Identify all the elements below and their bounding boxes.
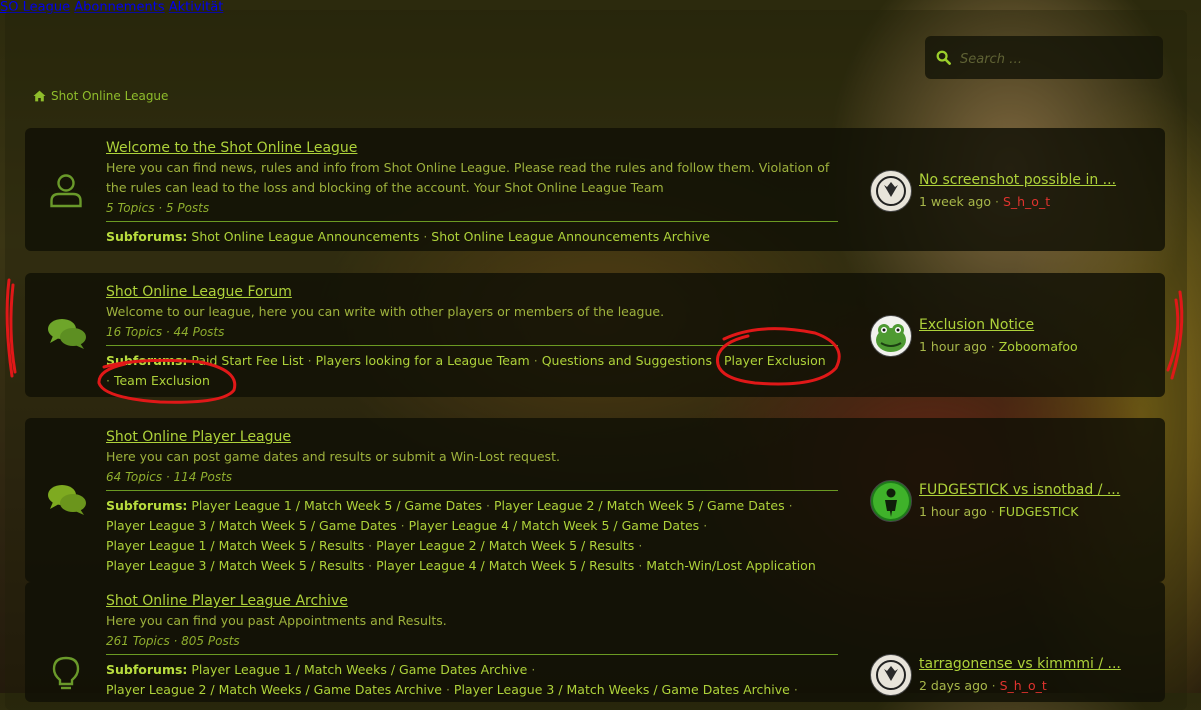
avatar[interactable] [870,654,912,696]
last-post-author[interactable]: S_h_o_t [1003,194,1050,209]
last-post-title[interactable]: No screenshot possible in ... [919,172,1116,188]
subforum-list: Subforums: Player League 1 / Match Weeks… [106,662,798,697]
subforum-link[interactable]: Player League 3 / Match Week 5 / Game Da… [106,518,397,533]
divider [106,221,838,222]
avatar[interactable] [870,480,912,522]
subforums-label: Subforums: [106,353,188,368]
avatar[interactable] [870,170,912,212]
subforum-list: Subforums: Paid Start Fee List · Players… [106,353,826,388]
divider [106,490,838,491]
forum-title[interactable]: Shot Online Player League [106,427,838,447]
subforums-label: Subforums: [106,498,188,513]
subforum-link[interactable]: Player League 4 / Match Week 5 / Game Da… [409,518,700,533]
emblem-icon [876,660,906,690]
subforum-link[interactable]: Player League 4 / Match Week 5 / Results [376,558,634,573]
subforum-link[interactable]: Player Exclusion [724,353,826,368]
emblem-icon [876,176,906,206]
user-icon [50,174,82,208]
subforum-link[interactable]: Player League 2 / Match Week 5 / Game Da… [494,498,785,513]
subforum-link[interactable]: Player League 1 / Match Weeks / Game Dat… [191,662,527,677]
subforum-link[interactable]: Player League 2 / Match Week 5 / Results [376,538,634,553]
home-icon[interactable] [33,90,46,102]
divider [106,654,838,655]
forum-title[interactable]: Welcome to the Shot Online League [106,138,838,158]
search-icon [936,50,951,65]
last-post-title[interactable]: FUDGESTICK vs isnotbad / ... [919,482,1120,498]
forum-row-league-forum: Shot Online League Forum Welcome to our … [25,273,1165,397]
subforums-label: Subforums: [106,662,188,677]
subforum-link[interactable]: Player League 3 / Match Week 5 / Results [106,558,364,573]
subforum-link[interactable]: Team Exclusion [114,373,210,388]
subforum-link[interactable]: Paid Start Fee List [191,353,303,368]
subforum-link[interactable]: Player League 1 / Match Week 5 / Results [106,538,364,553]
frog-avatar-icon [876,324,906,352]
forum-description: Here you can post game dates and results… [106,449,560,464]
last-post-title[interactable]: Exclusion Notice [919,317,1034,333]
subforum-link[interactable]: Players looking for a League Team [316,353,530,368]
divider [106,345,838,346]
figure-avatar-icon [873,483,909,519]
subforum-link[interactable]: Player League 3 / Match Weeks / Game Dat… [454,682,790,697]
subforum-link[interactable]: Player League 1 / Match Week 5 / Game Da… [191,498,482,513]
last-post-author[interactable]: S_h_o_t [1000,678,1047,693]
avatar[interactable] [870,315,912,357]
forum-title[interactable]: Shot Online League Forum [106,282,838,302]
last-post-time: 2 days ago [919,678,988,693]
forum-description: Here you can find news, rules and info f… [106,160,830,195]
last-post-author[interactable]: FUDGESTICK [999,504,1079,519]
last-post-time: 1 hour ago [919,504,987,519]
comments-icon [48,485,86,515]
forum-stats: 16 Topics · 44 Posts [106,325,225,339]
forum-row-player-league-archive: Shot Online Player League Archive Here y… [25,582,1165,702]
subforum-link[interactable]: Match-Win/Lost Application [646,558,815,573]
breadcrumb-link[interactable]: Shot Online League [51,89,168,103]
subforum-link[interactable]: Shot Online League Announcements Archive [431,229,710,244]
subforum-link[interactable]: Questions and Suggestions [542,353,712,368]
forum-row-player-league: Shot Online Player League Here you can p… [25,418,1165,582]
search-input[interactable] [958,48,1157,70]
lightbulb-icon [52,656,80,690]
subforums-label: Subforums: [106,229,188,244]
last-post-time: 1 week ago [919,194,991,209]
forum-row-welcome: Welcome to the Shot Online League Here y… [25,128,1165,251]
forum-description: Here you can find you past Appointments … [106,613,447,628]
last-post-time: 1 hour ago [919,339,987,354]
forum-stats: 5 Topics · 5 Posts [106,201,210,215]
forum-title[interactable]: Shot Online Player League Archive [106,591,838,611]
forum-description: Welcome to our league, here you can writ… [106,304,665,319]
subforum-list: Subforums: Player League 1 / Match Week … [106,498,816,573]
comments-icon [48,319,86,349]
subforum-list: Subforums: Shot Online League Announceme… [106,229,710,244]
subforum-link[interactable]: Player League 2 / Match Weeks / Game Dat… [106,682,442,697]
subforum-link[interactable]: Shot Online League Announcements [191,229,419,244]
forum-stats: 261 Topics · 805 Posts [106,634,240,648]
last-post-title[interactable]: tarragonense vs kimmmi / ... [919,656,1121,672]
forum-stats: 64 Topics · 114 Posts [106,470,233,484]
breadcrumb: Shot Online League [33,89,168,103]
last-post-author[interactable]: Zoboomafoo [999,339,1078,354]
search-box[interactable] [925,36,1163,79]
